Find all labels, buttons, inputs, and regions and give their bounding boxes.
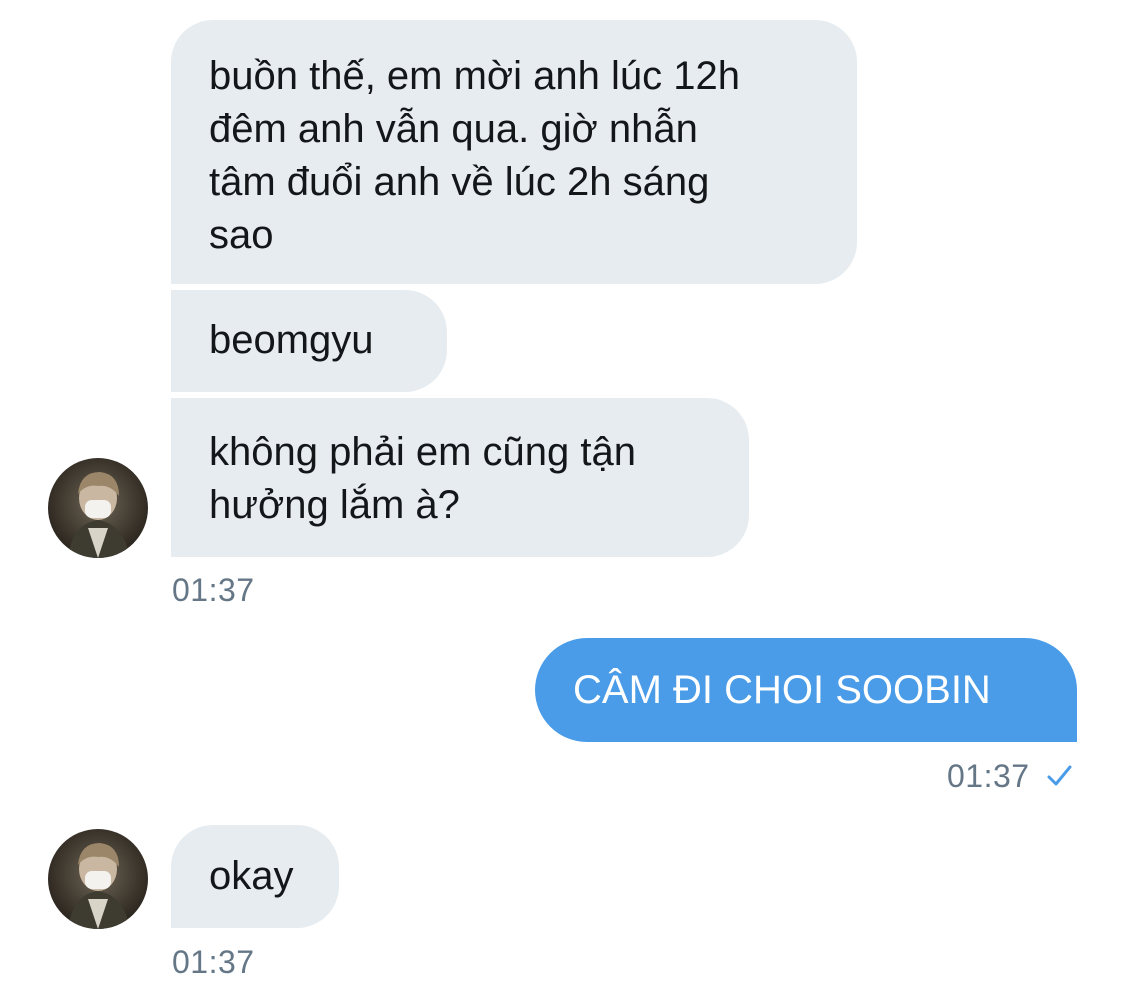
user-avatar-icon (48, 829, 148, 929)
incoming-message-bubble[interactable]: beomgyu (171, 290, 447, 392)
checkmark-icon (1047, 765, 1072, 786)
incoming-message-bubble[interactable]: okay (171, 825, 339, 928)
incoming-message-bubble[interactable]: buồn thế, em mời anh lúc 12h đêm anh vẫn… (171, 20, 857, 284)
incoming-message-bubble[interactable]: không phải em cũng tận hưởng lắm à? (171, 398, 749, 557)
user-avatar-icon (48, 458, 148, 558)
timestamp: 01:37 (172, 572, 255, 608)
avatar[interactable] (48, 458, 148, 558)
avatar[interactable] (48, 829, 148, 929)
timestamp: 01:37 (172, 944, 255, 980)
outgoing-message-bubble[interactable]: CÂM ĐI CHOI SOOBIN (535, 638, 1077, 742)
timestamp: 01:37 (947, 758, 1030, 794)
